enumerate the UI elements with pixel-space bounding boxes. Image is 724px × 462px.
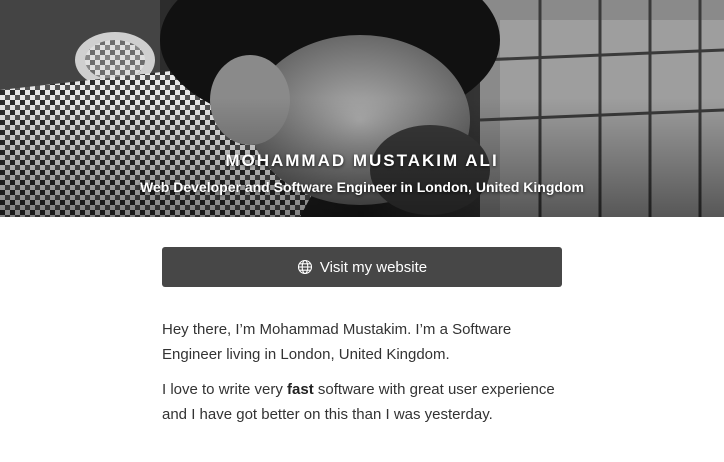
hero-banner: MOHAMMAD MUSTAKIM ALI Web Developer and … [0,0,724,217]
globe-icon [297,259,313,275]
bio-paragraph-1: Hey there, I’m Mohammad Mustakim. I’m a … [162,321,512,363]
profile-name: MOHAMMAD MUSTAKIM ALI [225,151,499,170]
visit-website-button[interactable]: Visit my website [162,247,562,287]
bio-paragraph-2: I love to write very fast software with … [162,378,562,427]
profile-tagline: Web Developer and Software Engineer in L… [140,179,584,195]
bio-emphasis-fast: fast [287,381,314,398]
main-content: Visit my website Hey there, I’m Mohammad… [162,247,562,438]
bio-paragraph-2-start: I love to write very [162,381,288,398]
visit-website-label: Visit my website [319,258,428,276]
bio-section: Hey there, I’m Mohammad Mustakim. I’m a … [162,318,562,427]
hero-text: MOHAMMAD MUSTAKIM ALI Web Developer and … [0,150,724,196]
